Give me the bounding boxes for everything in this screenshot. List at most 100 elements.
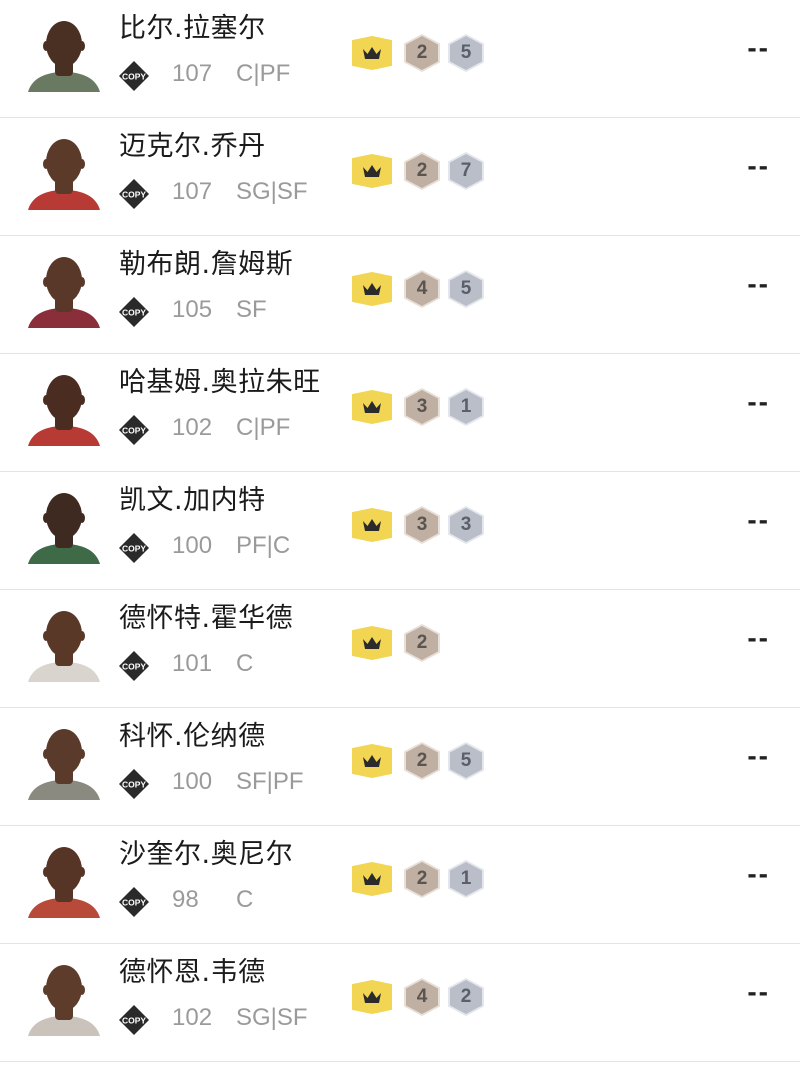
player-avatar	[24, 244, 104, 328]
badge-group: 3 3	[352, 506, 492, 544]
player-row[interactable]: 沙奎尔.奥尼尔 COPY 98 C 2 1 --	[0, 826, 800, 944]
player-position: C|PF	[236, 414, 291, 441]
player-rating: 102	[172, 414, 213, 441]
svg-text:COPY: COPY	[122, 190, 146, 200]
player-avatar	[24, 8, 104, 92]
player-avatar	[24, 126, 104, 210]
copy-icon: COPY	[118, 178, 150, 210]
player-name: 沙奎尔.奥尼尔	[119, 839, 294, 870]
svg-text:COPY: COPY	[122, 544, 146, 554]
player-avatar	[24, 480, 104, 564]
player-row[interactable]: 科怀.伦纳德 COPY 100 SF|PF 2 5 --	[0, 708, 800, 826]
badge-group: 2 5	[352, 742, 492, 780]
crown-icon	[352, 626, 392, 660]
player-rating: 98	[172, 886, 199, 913]
bronze-badge: 2	[404, 152, 440, 190]
player-name: 哈基姆.奥拉朱旺	[119, 367, 321, 398]
player-row[interactable]: 德怀恩.韦德 COPY 102 SG|SF 4 2 --	[0, 944, 800, 1062]
trend-value: --	[747, 740, 770, 771]
player-rating: 107	[172, 178, 213, 205]
player-row[interactable]: 比尔.拉塞尔 COPY 107 C|PF 2 5 --	[0, 0, 800, 118]
player-rating: 100	[172, 768, 213, 795]
player-rating: 100	[172, 532, 213, 559]
crown-icon	[352, 980, 392, 1014]
trend-value: --	[747, 150, 770, 181]
silver-badge: 1	[448, 860, 484, 898]
player-avatar	[24, 598, 104, 682]
player-rating: 102	[172, 1004, 213, 1031]
crown-icon	[352, 862, 392, 896]
badge-group: 2	[352, 624, 448, 662]
player-rating: 107	[172, 60, 213, 87]
player-rating: 105	[172, 296, 213, 323]
player-position: SF	[236, 296, 267, 323]
trend-value: --	[747, 622, 770, 653]
svg-text:COPY: COPY	[122, 308, 146, 318]
svg-text:COPY: COPY	[122, 72, 146, 82]
copy-icon: COPY	[118, 60, 150, 92]
silver-badge: 1	[448, 388, 484, 426]
crown-icon	[352, 390, 392, 424]
copy-icon: COPY	[118, 886, 150, 918]
svg-text:COPY: COPY	[122, 780, 146, 790]
silver-badge: 3	[448, 506, 484, 544]
player-position: C	[236, 650, 254, 677]
silver-badge: 5	[448, 742, 484, 780]
badge-group: 2 7	[352, 152, 492, 190]
player-avatar	[24, 362, 104, 446]
trend-value: --	[747, 858, 770, 889]
svg-text:COPY: COPY	[122, 426, 146, 436]
badge-group: 2 1	[352, 860, 492, 898]
player-name: 勒布朗.詹姆斯	[119, 249, 294, 280]
trend-value: --	[747, 504, 770, 535]
silver-badge: 5	[448, 270, 484, 308]
svg-text:COPY: COPY	[122, 898, 146, 908]
bronze-badge: 2	[404, 34, 440, 72]
svg-text:COPY: COPY	[122, 1016, 146, 1026]
bronze-badge: 2	[404, 860, 440, 898]
player-name: 迈克尔.乔丹	[119, 131, 266, 162]
bronze-badge: 2	[404, 624, 440, 662]
crown-icon	[352, 744, 392, 778]
player-avatar	[24, 834, 104, 918]
bronze-badge: 4	[404, 978, 440, 1016]
player-row[interactable]: 迈克尔.乔丹 COPY 107 SG|SF 2 7 --	[0, 118, 800, 236]
player-position: C|PF	[236, 60, 291, 87]
player-row[interactable]: 哈基姆.奥拉朱旺 COPY 102 C|PF 3 1 --	[0, 354, 800, 472]
copy-icon: COPY	[118, 1004, 150, 1036]
player-name: 比尔.拉塞尔	[119, 13, 266, 44]
player-name: 凯文.加内特	[119, 485, 266, 516]
badge-group: 4 2	[352, 978, 492, 1016]
silver-badge: 7	[448, 152, 484, 190]
player-name: 德怀特.霍华德	[119, 603, 294, 634]
trend-value: --	[747, 386, 770, 417]
badge-group: 2 5	[352, 34, 492, 72]
player-row[interactable]: 凯文.加内特 COPY 100 PF|C 3 3 --	[0, 472, 800, 590]
player-position: PF|C	[236, 532, 291, 559]
trend-value: --	[747, 976, 770, 1007]
player-row[interactable]: 德怀特.霍华德 COPY 101 C 2 --	[0, 590, 800, 708]
player-list: 比尔.拉塞尔 COPY 107 C|PF 2 5 -- 迈克尔.乔丹 COPY …	[0, 0, 800, 1062]
bronze-badge: 3	[404, 388, 440, 426]
crown-icon	[352, 272, 392, 306]
player-avatar	[24, 716, 104, 800]
copy-icon: COPY	[118, 650, 150, 682]
bronze-badge: 4	[404, 270, 440, 308]
player-name: 科怀.伦纳德	[119, 721, 266, 752]
player-rating: 101	[172, 650, 213, 677]
badge-group: 4 5	[352, 270, 492, 308]
player-position: SG|SF	[236, 178, 308, 205]
svg-text:COPY: COPY	[122, 662, 146, 672]
player-position: SF|PF	[236, 768, 304, 795]
player-position: C	[236, 886, 254, 913]
copy-icon: COPY	[118, 768, 150, 800]
copy-icon: COPY	[118, 532, 150, 564]
copy-icon: COPY	[118, 414, 150, 446]
player-avatar	[24, 952, 104, 1036]
player-row[interactable]: 勒布朗.詹姆斯 COPY 105 SF 4 5 --	[0, 236, 800, 354]
bronze-badge: 2	[404, 742, 440, 780]
badge-group: 3 1	[352, 388, 492, 426]
silver-badge: 5	[448, 34, 484, 72]
bronze-badge: 3	[404, 506, 440, 544]
silver-badge: 2	[448, 978, 484, 1016]
